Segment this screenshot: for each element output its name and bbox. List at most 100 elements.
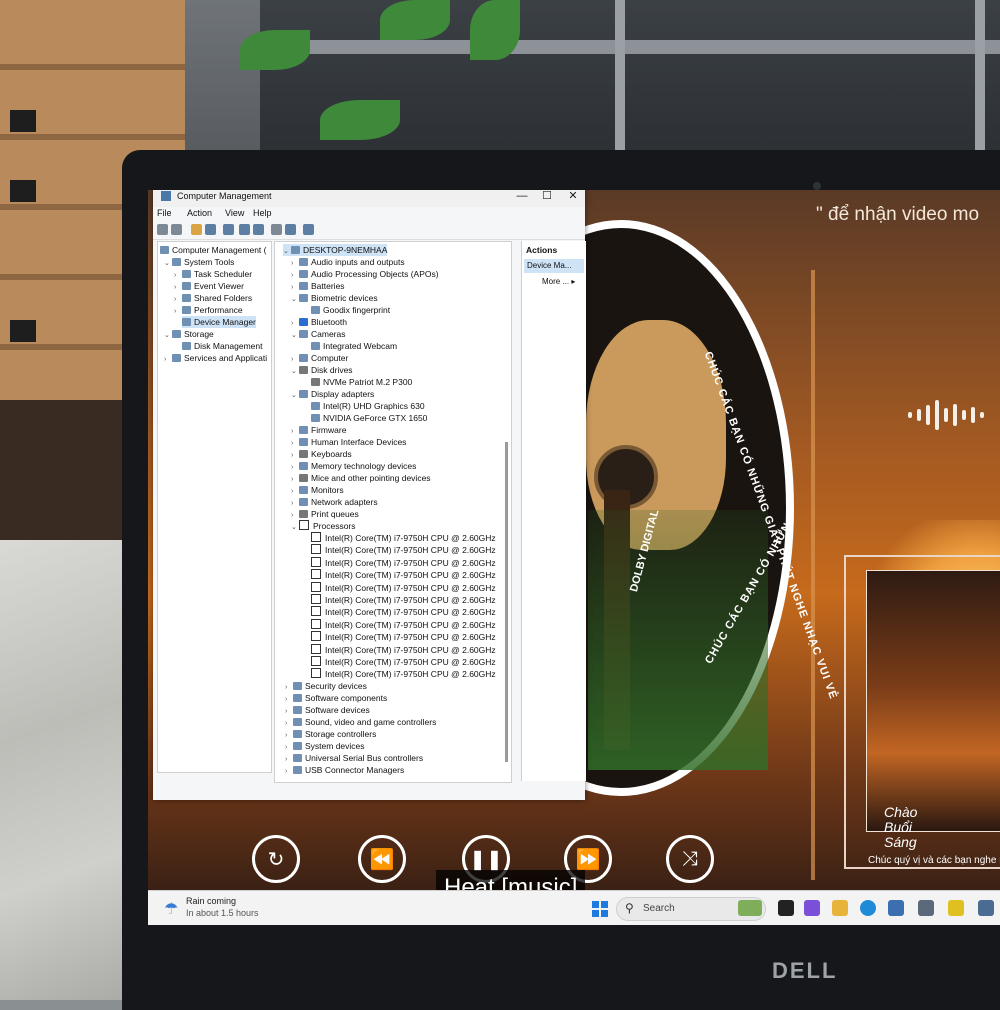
device-category[interactable]: ⌄ Disk drives: [291, 364, 353, 376]
processor-icon: [311, 631, 321, 642]
processor-item[interactable]: Intel(R) Core(TM) i7-9750H CPU @ 2.60GHz: [311, 643, 496, 656]
device-category[interactable]: › Audio inputs and outputs: [291, 256, 405, 268]
processor-item[interactable]: Intel(R) Core(TM) i7-9750H CPU @ 2.60GHz: [311, 668, 496, 680]
scan-hardware-icon[interactable]: [285, 224, 296, 235]
processor-item[interactable]: Intel(R) Core(TM) i7-9750H CPU @ 2.60GHz: [311, 594, 496, 606]
tree-system-tools[interactable]: ⌄ System Tools: [164, 256, 234, 268]
device-category[interactable]: › Mice and other pointing devices: [291, 472, 431, 484]
device-category[interactable]: › Storage controllers: [285, 728, 376, 740]
device-category[interactable]: › Batteries: [291, 280, 345, 292]
file-explorer-icon[interactable]: [832, 900, 848, 916]
vertical-scrollbar[interactable]: [505, 442, 508, 762]
device-item[interactable]: Integrated Webcam: [311, 340, 397, 352]
maximize-button[interactable]: ☐: [540, 190, 554, 203]
weather-detail[interactable]: In about 1.5 hours: [186, 908, 259, 918]
tree-device-manager[interactable]: Device Manager: [182, 316, 256, 328]
print-icon[interactable]: [271, 224, 282, 235]
close-button[interactable]: ✕: [566, 190, 580, 203]
device-category[interactable]: › USB Connector Managers: [285, 764, 404, 776]
device-category[interactable]: › Print queues: [291, 508, 359, 520]
device-root[interactable]: ⌄ DESKTOP-9NEMHAA: [283, 244, 388, 256]
device-category[interactable]: › Monitors: [291, 484, 344, 496]
tree-storage[interactable]: ⌄ Storage: [164, 328, 214, 340]
shuffle-icon: ⤨: [682, 847, 698, 870]
audio-wave-icon: [908, 400, 984, 430]
actions-device-manager[interactable]: Device Ma...: [524, 259, 584, 273]
device-category[interactable]: › Software components: [285, 692, 387, 704]
device-category[interactable]: › Universal Serial Bus controllers: [285, 752, 423, 764]
processor-item[interactable]: Intel(R) Core(TM) i7-9750H CPU @ 2.60GHz: [311, 569, 496, 581]
tree-performance[interactable]: › Performance: [174, 304, 243, 316]
processor-item[interactable]: Intel(R) Core(TM) i7-9750H CPU @ 2.60GHz: [311, 618, 496, 631]
device-category[interactable]: › Firmware: [291, 424, 346, 436]
processor-item[interactable]: Intel(R) Core(TM) i7-9750H CPU @ 2.60GHz: [311, 532, 496, 544]
computer-management-taskbar-icon[interactable]: [978, 900, 994, 916]
processor-item[interactable]: Intel(R) Core(TM) i7-9750H CPU @ 2.60GHz: [311, 556, 496, 569]
tree-disk-management[interactable]: Disk Management: [182, 340, 263, 352]
console-tree-icon[interactable]: [205, 224, 216, 235]
help-icon[interactable]: [239, 224, 250, 235]
device-category[interactable]: › Bluetooth: [291, 316, 347, 328]
store-icon[interactable]: [888, 900, 904, 916]
weather-status[interactable]: Rain coming: [186, 896, 236, 906]
console-tree[interactable]: Computer Management ( ⌄ System Tools › Tas…: [157, 241, 272, 773]
processor-item[interactable]: Intel(R) Core(TM) i7-9750H CPU @ 2.60GHz: [311, 631, 496, 643]
device-item[interactable]: Goodix fingerprint: [311, 304, 390, 316]
folder-icon[interactable]: [191, 224, 202, 235]
actions-more[interactable]: More ... ▸: [542, 277, 575, 286]
search-highlight-icon[interactable]: [738, 900, 762, 916]
device-category[interactable]: ⌄ Cameras: [291, 328, 345, 340]
processor-item[interactable]: Intel(R) Core(TM) i7-9750H CPU @ 2.60GHz: [311, 544, 496, 556]
processor-item[interactable]: Intel(R) Core(TM) i7-9750H CPU @ 2.60GHz: [311, 656, 496, 668]
replay-button[interactable]: ↻: [252, 835, 300, 883]
device-category[interactable]: › Software devices: [285, 704, 370, 716]
device-category[interactable]: › Keyboards: [291, 448, 352, 460]
tree-shared-folders[interactable]: › Shared Folders: [174, 292, 252, 304]
processor-item[interactable]: Intel(R) Core(TM) i7-9750H CPU @ 2.60GHz: [311, 581, 496, 594]
menu-view[interactable]: View: [225, 208, 244, 218]
device-category[interactable]: › System devices: [285, 740, 365, 752]
device-category[interactable]: › Sound, video and game controllers: [285, 716, 436, 728]
xbox-icon[interactable]: [948, 900, 964, 916]
device-item[interactable]: NVIDIA GeForce GTX 1650: [311, 412, 427, 424]
device-category[interactable]: ⌄ Display adapters: [291, 388, 374, 400]
processor-label: Intel(R) Core(TM) i7-9750H CPU @ 2.60GHz: [325, 644, 496, 655]
edge-icon[interactable]: [860, 900, 876, 916]
device-category[interactable]: › Memory technology devices: [291, 460, 416, 472]
menu-help[interactable]: Help: [253, 208, 272, 218]
device-category[interactable]: › Security devices: [285, 680, 367, 692]
monitor-icon[interactable]: [303, 224, 314, 235]
tree-task-scheduler[interactable]: › Task Scheduler: [174, 268, 252, 280]
properties-icon[interactable]: [223, 224, 234, 235]
back-icon[interactable]: [157, 224, 168, 235]
minimize-button[interactable]: —: [515, 190, 529, 203]
processor-label: Intel(R) Core(TM) i7-9750H CPU @ 2.60GHz: [325, 619, 496, 630]
tree-services-applications[interactable]: › Services and Applicati: [164, 352, 267, 364]
device-category-processors[interactable]: ⌄ Processors: [291, 520, 356, 532]
menu-file[interactable]: File: [157, 208, 172, 218]
device-category[interactable]: › Audio Processing Objects (APOs): [291, 268, 439, 280]
start-button[interactable]: [592, 901, 608, 917]
plant-leaf: [380, 0, 450, 40]
rewind-button[interactable]: ⏪: [358, 835, 406, 883]
title-bar[interactable]: Computer Management — ☐ ✕: [153, 190, 585, 207]
copilot-icon[interactable]: [804, 900, 820, 916]
device-category[interactable]: › Human Interface Devices: [291, 436, 406, 448]
menu-action[interactable]: Action: [187, 208, 212, 218]
rain-cloud-icon[interactable]: ☂: [164, 899, 178, 919]
tree-event-viewer[interactable]: › Event Viewer: [174, 280, 244, 292]
task-view-icon[interactable]: [778, 900, 794, 916]
shuffle-button[interactable]: ⤨: [666, 835, 714, 883]
show-hide-icon[interactable]: [253, 224, 264, 235]
computer-management-window[interactable]: Computer Management — ☐ ✕ File Action Vi…: [153, 190, 586, 800]
settings-gear-icon[interactable]: [918, 900, 934, 916]
device-list[interactable]: ⌄ DESKTOP-9NEMHAA › Audio inputs and outpu…: [274, 241, 512, 783]
device-item[interactable]: Intel(R) UHD Graphics 630: [311, 400, 425, 412]
processor-item[interactable]: Intel(R) Core(TM) i7-9750H CPU @ 2.60GHz: [311, 606, 496, 618]
device-category[interactable]: › Computer: [291, 352, 348, 364]
device-category[interactable]: › Network adapters: [291, 496, 378, 508]
device-item[interactable]: NVMe Patriot M.2 P300: [311, 376, 412, 388]
device-category[interactable]: ⌄ Biometric devices: [291, 292, 378, 304]
tree-root[interactable]: Computer Management (: [160, 244, 267, 256]
forward-icon[interactable]: [171, 224, 182, 235]
